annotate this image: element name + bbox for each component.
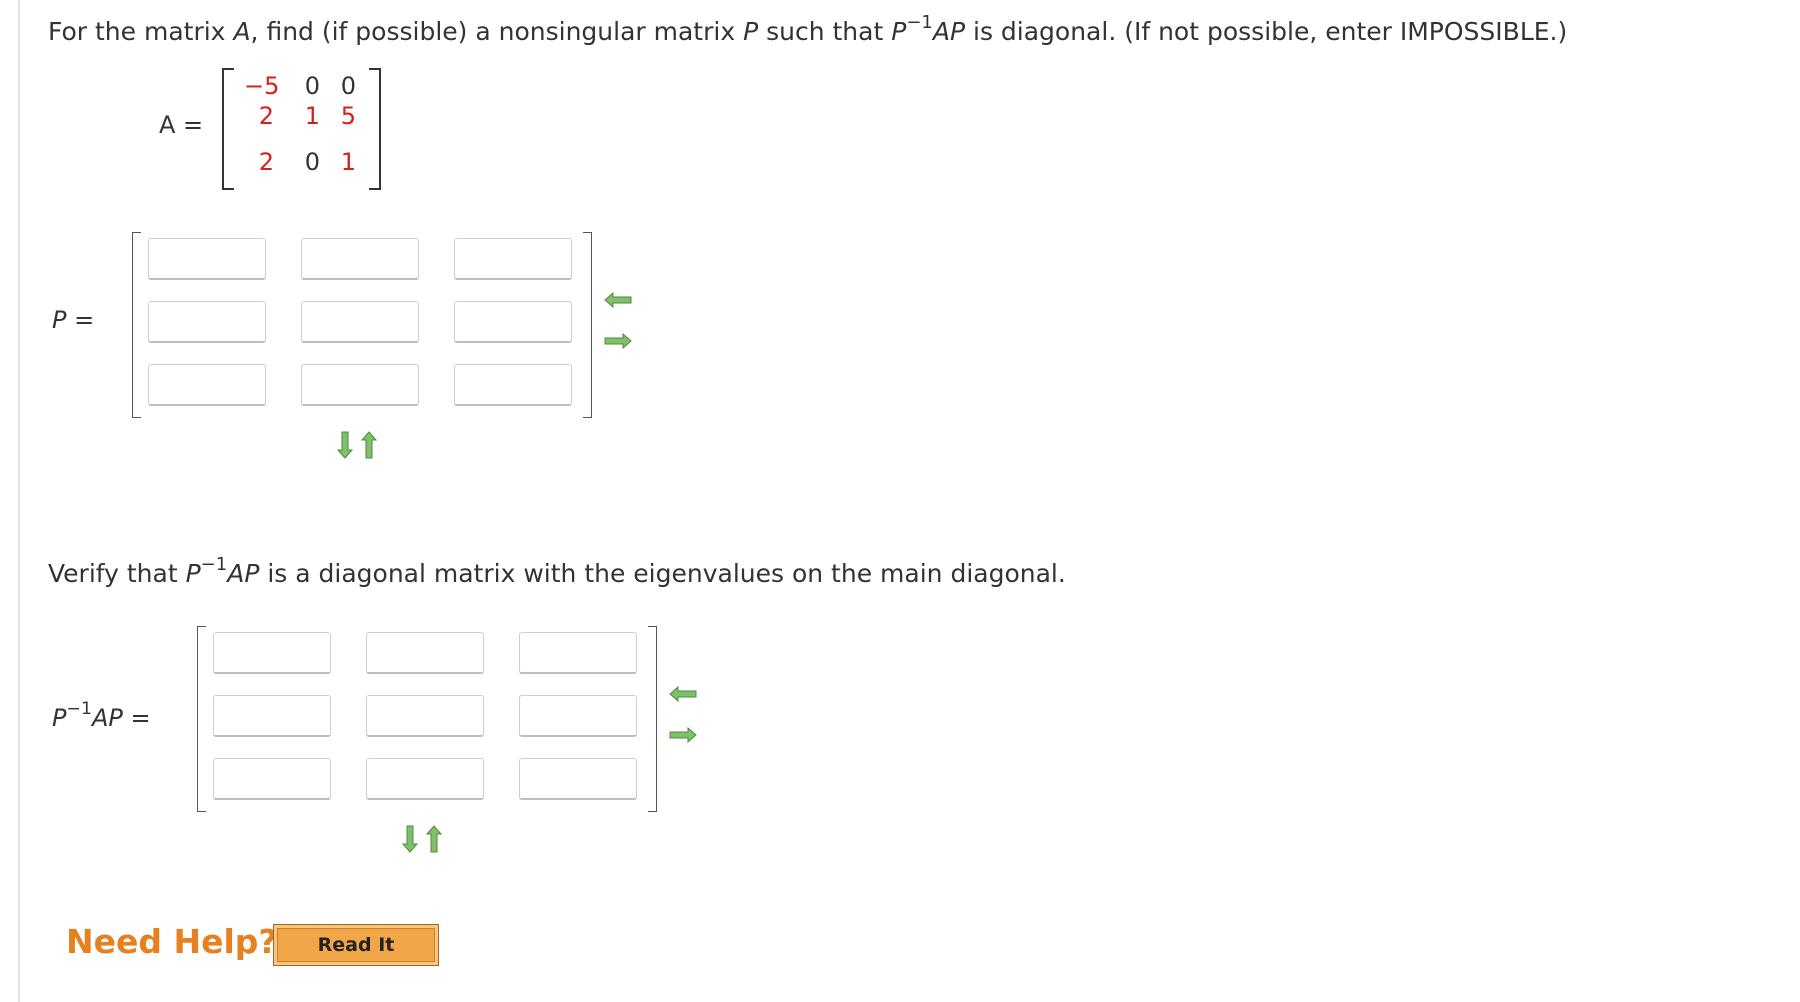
read-it-button[interactable]: Read It [273, 924, 439, 966]
p-cell-r3c2[interactable] [301, 364, 419, 406]
need-help-label: Need Help? [66, 922, 278, 961]
matrix-a-cell: 5 [340, 102, 356, 130]
matrix-a-cell: 0 [304, 72, 320, 100]
p-cell-r1c1[interactable] [148, 238, 266, 280]
p-cell-r2c1[interactable] [148, 301, 266, 343]
remove-column-arrow-icon[interactable] [669, 686, 697, 702]
p-cell-r1c3[interactable] [454, 238, 572, 280]
d-cell-r3c3[interactable] [519, 758, 637, 800]
p-cell-r3c3[interactable] [454, 364, 572, 406]
left-border [18, 0, 20, 1002]
add-column-arrow-icon[interactable] [669, 727, 697, 743]
add-row-arrow-icon[interactable] [402, 825, 418, 853]
remove-column-arrow-icon[interactable] [604, 292, 632, 308]
matrix-a-cell: 0 [304, 148, 320, 176]
d-cell-r3c2[interactable] [366, 758, 484, 800]
add-column-arrow-icon[interactable] [604, 333, 632, 349]
matrix-a-label: A = [159, 111, 204, 139]
question-text: For the matrix A, find (if possible) a n… [48, 11, 1568, 46]
matrix-a-cell: −5 [244, 72, 280, 100]
d-cell-r1c2[interactable] [366, 632, 484, 674]
d-cell-r2c1[interactable] [213, 695, 331, 737]
matrix-a-cell: 2 [258, 148, 274, 176]
p-cell-r2c2[interactable] [301, 301, 419, 343]
d-cell-r3c1[interactable] [213, 758, 331, 800]
matrix-a-cell: 1 [340, 148, 356, 176]
d-cell-r1c1[interactable] [213, 632, 331, 674]
d-cell-r1c3[interactable] [519, 632, 637, 674]
matrix-a-cell: 0 [340, 72, 356, 100]
matrix-a: −5 0 0 2 1 5 2 0 1 [222, 68, 381, 190]
d-cell-r2c2[interactable] [366, 695, 484, 737]
d-cell-r2c3[interactable] [519, 695, 637, 737]
matrix-a-cell: 2 [258, 102, 274, 130]
verify-text: Verify that P−1AP is a diagonal matrix w… [48, 553, 1066, 588]
matrix-a-cell: 1 [304, 102, 320, 130]
remove-row-arrow-icon[interactable] [361, 431, 377, 459]
p-cell-r1c2[interactable] [301, 238, 419, 280]
p-cell-r3c1[interactable] [148, 364, 266, 406]
matrix-d-label: P−1AP = [52, 699, 151, 732]
remove-row-arrow-icon[interactable] [426, 825, 442, 853]
matrix-p-label: P = [52, 306, 95, 334]
add-row-arrow-icon[interactable] [337, 431, 353, 459]
p-cell-r2c3[interactable] [454, 301, 572, 343]
